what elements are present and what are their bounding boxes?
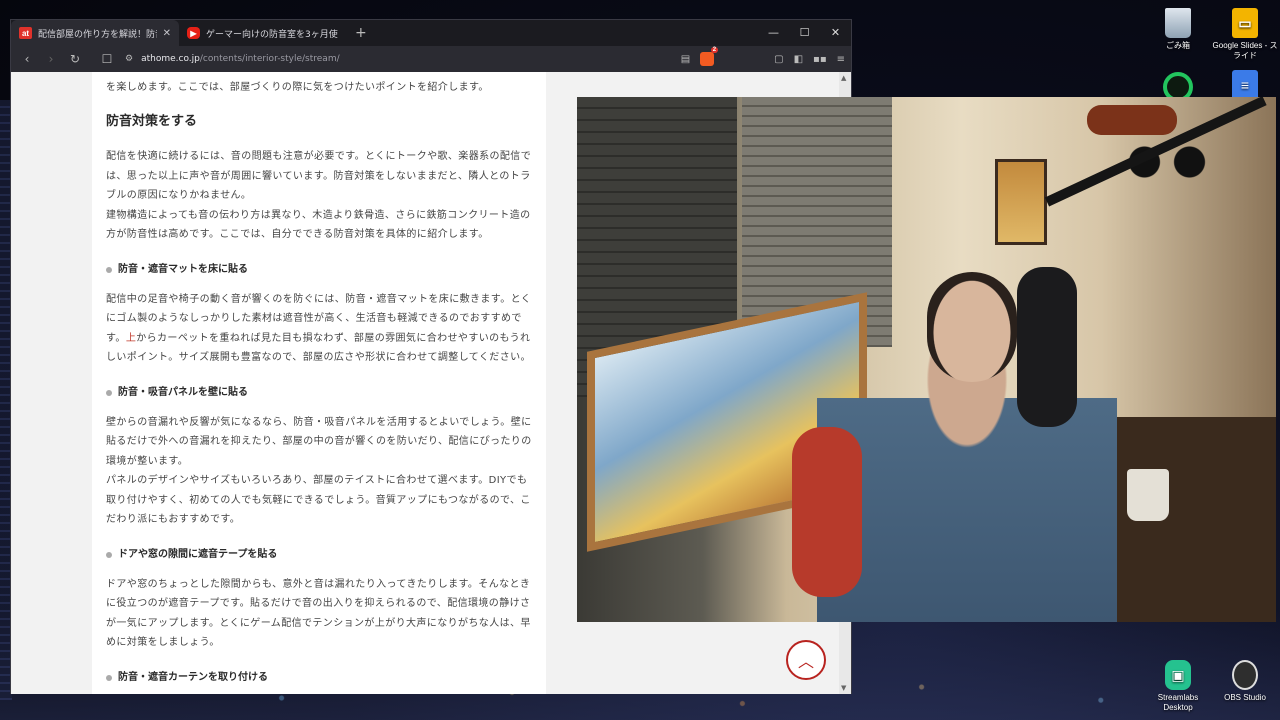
desktop-icon-label: Google Slides - スライド (1212, 41, 1278, 60)
new-tab-button[interactable]: + (347, 25, 375, 41)
subheading-text: 防音・吸音パネルを壁に貼る (118, 387, 248, 399)
bullet-icon (106, 552, 112, 559)
maximize-button[interactable]: ☐ (789, 20, 820, 46)
paragraph: パネルのデザインやサイズもいろいろあり、部屋のテイストに合わせて選べます。DIY… (106, 475, 531, 525)
athome-favicon-icon: at (19, 27, 32, 39)
minimize-button[interactable]: — (758, 20, 789, 46)
google-docs-icon: ≡ (1232, 70, 1258, 100)
shield-badge: 2 (710, 47, 719, 53)
site-info-icon[interactable]: ⚙ (125, 54, 133, 64)
wall-sign (1087, 105, 1177, 135)
article-body: を楽しめます。ここでは、部屋づくりの際に気をつけたいポイントを紹介します。 防音… (92, 72, 546, 694)
close-window-button[interactable]: ✕ (820, 20, 851, 46)
wallet-icon[interactable]: ▢ (774, 54, 783, 65)
webcam-overlay (577, 97, 1276, 622)
close-tab-icon[interactable]: ✕ (163, 28, 171, 39)
reload-icon[interactable]: ↻ (65, 52, 85, 66)
tab-bar: at 配信部屋の作り方を解説！防音対 ✕ ▶ ゲーマー向けの防音室を3ヶ月使った… (11, 20, 851, 46)
scroll-up-arrow-icon[interactable]: ▲ (841, 74, 846, 82)
desktop-icon-google-slides[interactable]: ▭ Google Slides - スライド (1210, 8, 1280, 61)
bullet-icon (106, 390, 112, 397)
forward-icon[interactable]: › (41, 52, 61, 66)
paragraph: 壁からの音漏れや反響が気になるなら、防音・吸音パネルを活用するとよいでしょう。壁… (106, 416, 532, 467)
vpn-icon[interactable]: ▪▪ (813, 54, 827, 65)
desktop-icon-trash[interactable]: ごみ箱 (1143, 8, 1213, 51)
tab-athome[interactable]: at 配信部屋の作り方を解説！防音対 ✕ (11, 20, 179, 46)
desktop-icon-streamlabs[interactable]: ▣ Streamlabs Desktop (1143, 660, 1213, 713)
address-bar: ‹ › ↻ ☐ ⚙ athome.co.jp/contents/interior… (11, 46, 851, 72)
bullet-icon (106, 675, 112, 682)
trash-icon (1165, 8, 1191, 38)
intro-paragraph: を楽しめます。ここでは、部屋づくりの際に気をつけたいポイントを紹介します。 (106, 82, 489, 93)
paragraph-text: からカーペットを重ねれば見た目も損なわず、部屋の雰囲気に合わせやすいのもうれしい… (106, 332, 531, 364)
url-path: /contents/interior-style/stream/ (199, 54, 340, 64)
tab-title: ゲーマー向けの防音室を3ヶ月使ったので (206, 29, 339, 40)
back-icon[interactable]: ‹ (17, 52, 37, 66)
desk (1097, 417, 1276, 622)
desktop-icon-obs[interactable]: OBS Studio (1210, 660, 1280, 703)
desktop-icon-label: OBS Studio (1224, 693, 1266, 702)
brave-shields-icon[interactable]: 2 (700, 47, 719, 66)
streamlabs-icon: ▣ (1165, 660, 1191, 690)
scroll-down-arrow-icon[interactable]: ▼ (841, 684, 846, 692)
paragraph: 配信を快適に続けるには、音の問題も注意が必要です。とくにトークや歌、楽器系の配信… (106, 151, 532, 202)
bullet-icon (106, 267, 112, 274)
tab-youtube[interactable]: ▶ ゲーマー向けの防音室を3ヶ月使ったので (179, 20, 347, 46)
camel-poster (995, 159, 1047, 245)
menu-icon[interactable]: ≡ (837, 54, 845, 65)
scroll-to-top-button[interactable]: ︿ (786, 640, 826, 680)
url-domain: athome.co.jp (141, 54, 200, 64)
subheading: 防音・遮音マットを床に貼る (106, 260, 532, 279)
subheading: 防音・遮音カーテンを取り付ける (106, 668, 532, 687)
subheading-text: ドアや窓の隙間に遮音テープを貼る (118, 549, 278, 561)
paragraph: 建物構造によっても音の伝わり方は異なり、木造より鉄骨造、さらに鉄筋コンクリート造… (106, 209, 531, 241)
section-heading: 防音対策をする (106, 114, 198, 130)
subheading-text: 防音・遮音カーテンを取り付ける (118, 672, 268, 684)
subheading: 防音・吸音パネルを壁に貼る (106, 383, 532, 402)
bookmark-icon[interactable]: ☐ (97, 52, 117, 66)
obs-studio-icon (1232, 660, 1258, 690)
window-controls: — ☐ ✕ (758, 20, 851, 46)
subheading: ドアや窓の隙間に遮音テープを貼る (106, 545, 532, 564)
mug (1127, 469, 1169, 521)
toolbar-icons: ▤ 2 ▢ ◧ ▪▪ ≡ (681, 47, 845, 66)
highlighted-text: 上 (125, 332, 137, 344)
sidebar-icon[interactable]: ◧ (794, 54, 803, 65)
url-field[interactable]: ☐ ⚙ athome.co.jp/contents/interior-style… (97, 49, 677, 69)
desktop-icon-label: ごみ箱 (1166, 41, 1190, 50)
desktop-icon-label: Streamlabs Desktop (1157, 693, 1199, 712)
youtube-icon: ▶ (187, 27, 200, 39)
microphone (1017, 267, 1077, 427)
tab-title: 配信部屋の作り方を解説！防音対 (38, 29, 157, 40)
streamer-arm (792, 427, 862, 597)
subheading-text: 防音・遮音マットを床に貼る (118, 264, 248, 276)
paragraph: 配信中の足音や椅子の動く音が響くのを防ぐには、防音・遮音マットを床に敷きます。と… (106, 290, 532, 368)
google-slides-icon: ▭ (1232, 8, 1258, 38)
reader-mode-icon[interactable]: ▤ (681, 54, 690, 65)
paragraph: ドアや窓のちょっとした隙間からも、意外と音は漏れたり入ってきたりします。そんなと… (106, 578, 531, 648)
